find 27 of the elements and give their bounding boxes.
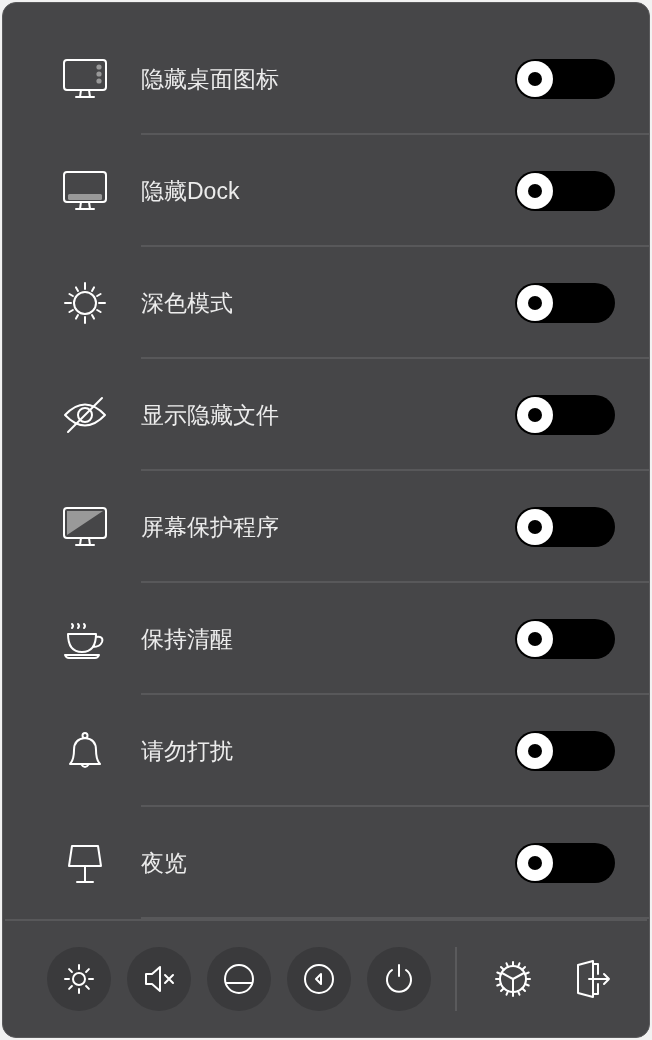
setting-label: 夜览 (141, 848, 188, 878)
toggle-switch[interactable] (515, 171, 615, 211)
sleep-icon (223, 963, 255, 995)
sun-icon (62, 282, 108, 324)
setting-label: 显示隐藏文件 (141, 400, 280, 430)
setting-label: 深色模式 (141, 288, 234, 318)
toggle-switch[interactable] (515, 731, 615, 771)
toggle-switch[interactable] (515, 843, 615, 883)
setting-label: 请勿打扰 (141, 736, 234, 766)
setting-label: 隐藏Dock (141, 176, 241, 206)
mute-icon (143, 963, 175, 995)
settings-icon (493, 959, 533, 999)
hidden-eye-icon (62, 394, 108, 436)
brightness-icon (63, 963, 95, 995)
desktop-icon (62, 58, 108, 100)
toggle-switch[interactable] (515, 619, 615, 659)
monitor-dock-icon (62, 170, 108, 212)
screensaver-icon (62, 506, 108, 548)
toggle-switch[interactable] (515, 507, 615, 547)
restart-icon (303, 963, 335, 995)
toggle-switch[interactable] (515, 59, 615, 99)
toggle-switch[interactable] (515, 395, 615, 435)
power-icon (383, 963, 415, 995)
setting-label: 屏幕保护程序 (141, 512, 280, 542)
setting-label: 保持清醒 (141, 624, 234, 654)
toggle-switch[interactable] (515, 283, 615, 323)
setting-label: 隐藏桌面图标 (141, 64, 280, 94)
